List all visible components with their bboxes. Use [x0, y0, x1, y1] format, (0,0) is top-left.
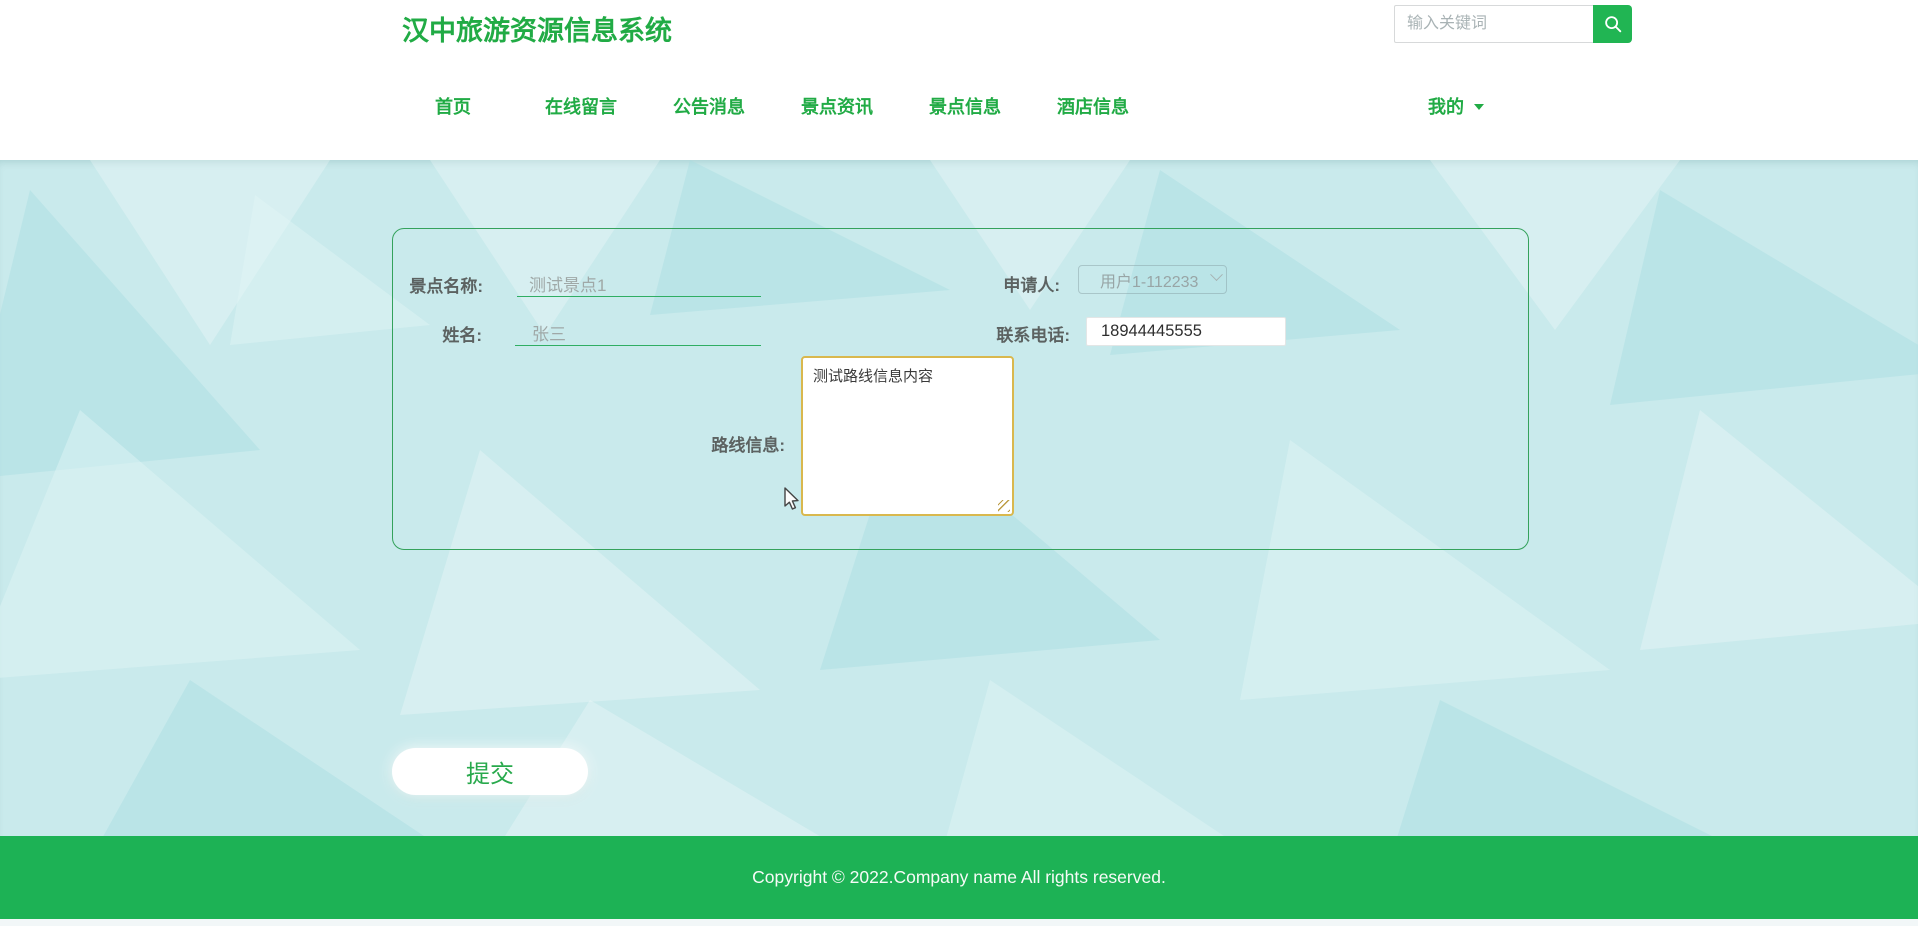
main-nav: 首页 在线留言 公告消息 景点资讯 景点信息 酒店信息	[389, 96, 1157, 118]
footer: Copyright © 2022.Company name All rights…	[0, 836, 1918, 919]
route-info-label: 路线信息:	[711, 436, 785, 455]
attraction-name-label: 景点名称:	[409, 277, 483, 296]
attraction-name-input[interactable]	[517, 270, 761, 297]
search-bar	[1394, 5, 1632, 43]
user-menu[interactable]: 我的	[1428, 96, 1484, 118]
phone-label: 联系电话:	[996, 326, 1070, 345]
applicant-select[interactable]: 用户1-112233	[1078, 265, 1227, 294]
nav-item-messages[interactable]: 在线留言	[517, 96, 645, 118]
search-icon	[1604, 16, 1621, 33]
search-input[interactable]	[1394, 5, 1593, 43]
name-label: 姓名:	[442, 326, 482, 345]
header: 汉中旅游资源信息系统 首页 在线留言 公告消息 景点资讯 景点信息 酒店信息 我…	[0, 0, 1918, 160]
nav-item-attraction-info[interactable]: 景点信息	[901, 96, 1029, 118]
phone-input[interactable]	[1086, 317, 1286, 346]
bottom-strip	[0, 919, 1918, 926]
chevron-down-icon	[1210, 268, 1224, 282]
nav-item-hotel-info[interactable]: 酒店信息	[1029, 96, 1157, 118]
user-menu-label: 我的	[1428, 97, 1464, 117]
mouse-cursor-icon	[784, 487, 799, 510]
search-button[interactable]	[1593, 5, 1632, 43]
applicant-select-value: 用户1-112233	[1100, 273, 1199, 291]
submit-button[interactable]: 提交	[392, 748, 588, 795]
site-title: 汉中旅游资源信息系统	[402, 16, 672, 46]
copyright-text: Copyright © 2022.Company name All rights…	[752, 867, 1166, 887]
name-input[interactable]	[515, 319, 761, 346]
resize-handle-icon[interactable]	[998, 500, 1010, 512]
page: 汉中旅游资源信息系统 首页 在线留言 公告消息 景点资讯 景点信息 酒店信息 我…	[0, 0, 1918, 926]
nav-item-attraction-news[interactable]: 景点资讯	[773, 96, 901, 118]
nav-item-notices[interactable]: 公告消息	[645, 96, 773, 118]
caret-down-icon	[1474, 104, 1484, 110]
route-info-textarea[interactable]: 测试路线信息内容	[801, 356, 1014, 516]
nav-item-home[interactable]: 首页	[389, 96, 517, 118]
applicant-label: 申请人:	[1003, 276, 1060, 295]
